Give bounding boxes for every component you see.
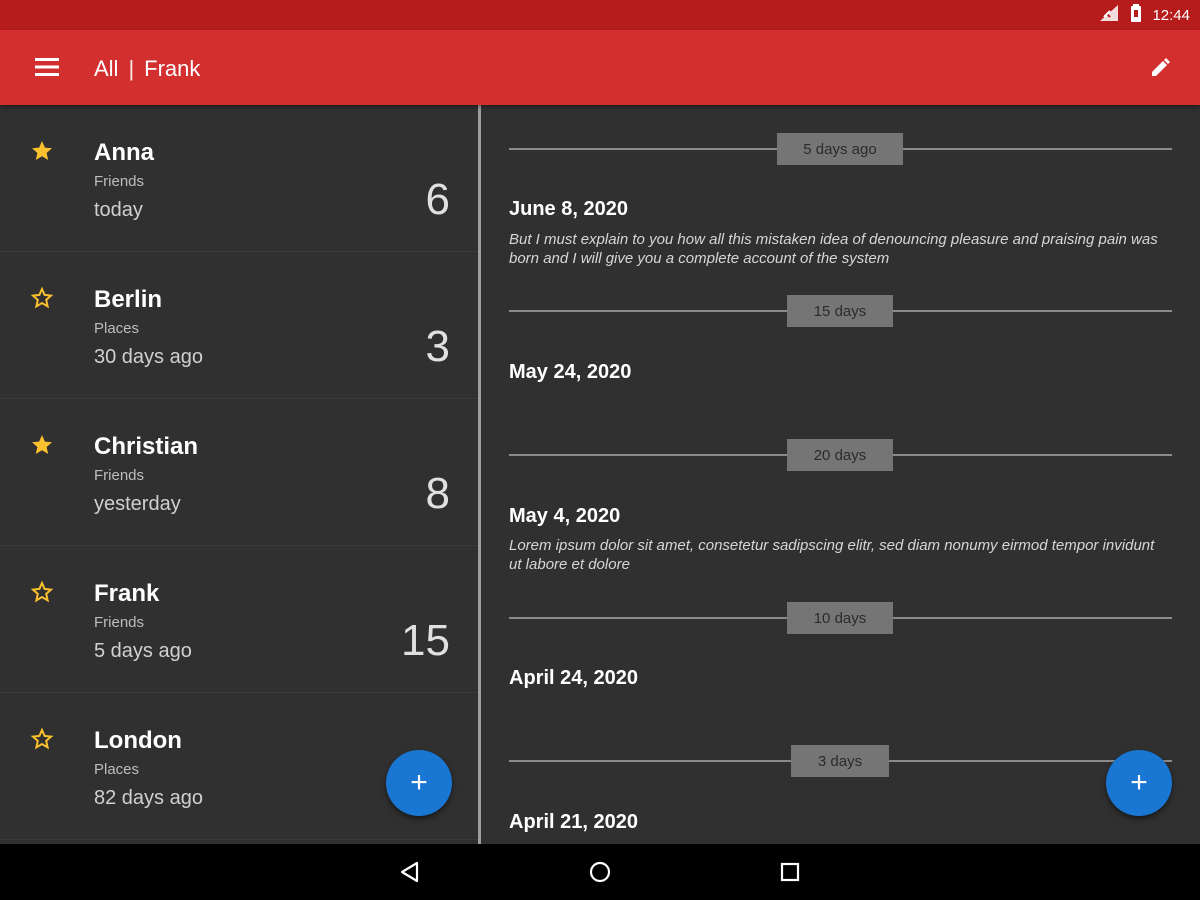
entry-date[interactable]: April 21, 2020 (509, 811, 638, 834)
timeline: 5 days ago June 8, 2020 But I must expla… (481, 105, 1200, 844)
person-last-seen: today (94, 199, 143, 221)
home-icon (589, 861, 611, 883)
entry-note: But I must explain to you how all this m… (509, 231, 1158, 267)
entry-date[interactable]: May 4, 2020 (509, 505, 620, 528)
person-name: Berlin (94, 286, 163, 313)
signal-icon (1100, 5, 1120, 25)
add-entry-fab[interactable]: + (1106, 750, 1172, 816)
status-icons: 12:44 (1100, 0, 1190, 30)
person-last-seen: 5 days ago (94, 640, 192, 662)
person-category: Friends (94, 614, 145, 631)
person-count: 8 (425, 469, 450, 518)
star-outline-icon[interactable] (30, 727, 54, 751)
entry-note: Lorem ipsum dolor sit amet, consetetur s… (509, 537, 1155, 573)
person-name: Frank (94, 580, 160, 607)
star-outline-icon[interactable] (30, 580, 54, 604)
star-outline-icon[interactable] (30, 286, 54, 310)
title-frank: Frank (144, 56, 201, 81)
person-category: Places (94, 320, 140, 337)
back-icon (400, 861, 419, 883)
person-name: Anna (94, 139, 154, 166)
list-item[interactable]: Anna Friends today 6 (0, 105, 478, 252)
recents-icon (780, 862, 800, 882)
title-separator: | (128, 56, 135, 81)
entry-date[interactable]: June 8, 2020 (509, 198, 628, 221)
timeline-gap-label: 5 days ago (777, 133, 903, 165)
list-item[interactable]: Berlin Places 30 days ago 3 (0, 252, 478, 399)
timeline-gap-label: 3 days (791, 745, 889, 777)
page-title: All | Frank (94, 56, 200, 82)
list-item[interactable]: Christian Friends yesterday 8 (0, 399, 478, 546)
timeline-gap-label: 10 days (787, 602, 893, 634)
edit-icon (1152, 58, 1170, 76)
star-filled-icon[interactable] (30, 433, 54, 457)
person-count: 15 (401, 616, 450, 665)
clock-time: 12:44 (1152, 6, 1190, 24)
list-item[interactable]: Frank Friends 5 days ago 15 (0, 546, 478, 693)
home-button[interactable] (586, 858, 614, 886)
timeline-gap-label: 20 days (787, 439, 893, 471)
recents-button[interactable] (776, 858, 804, 886)
timeline-gap-label: 15 days (787, 295, 893, 327)
menu-icon (35, 58, 59, 76)
status-bar: 12:44 (0, 0, 1200, 30)
person-count: 3 (425, 322, 450, 371)
edit-button[interactable] (1144, 50, 1178, 84)
person-last-seen: 30 days ago (94, 346, 203, 368)
person-count: 6 (425, 175, 450, 224)
person-category: Friends (94, 467, 145, 484)
person-category: Places (94, 761, 140, 778)
battery-icon (1130, 4, 1142, 26)
add-person-fab[interactable]: + (386, 750, 452, 816)
person-last-seen: yesterday (94, 493, 181, 515)
menu-button[interactable] (30, 50, 64, 84)
app-bar: All | Frank (0, 30, 1200, 105)
entry-date[interactable]: April 24, 2020 (509, 667, 638, 690)
back-button[interactable] (396, 858, 424, 886)
system-nav-bar (0, 844, 1200, 900)
person-category: Friends (94, 173, 145, 190)
star-filled-icon[interactable] (30, 139, 54, 163)
title-all[interactable]: All (94, 56, 118, 82)
people-list: Anna Friends today 6 Berlin Places 30 da… (0, 105, 478, 844)
person-name: London (94, 727, 182, 754)
person-last-seen: 82 days ago (94, 787, 203, 809)
entry-date[interactable]: May 24, 2020 (509, 361, 631, 384)
person-name: Christian (94, 433, 199, 460)
